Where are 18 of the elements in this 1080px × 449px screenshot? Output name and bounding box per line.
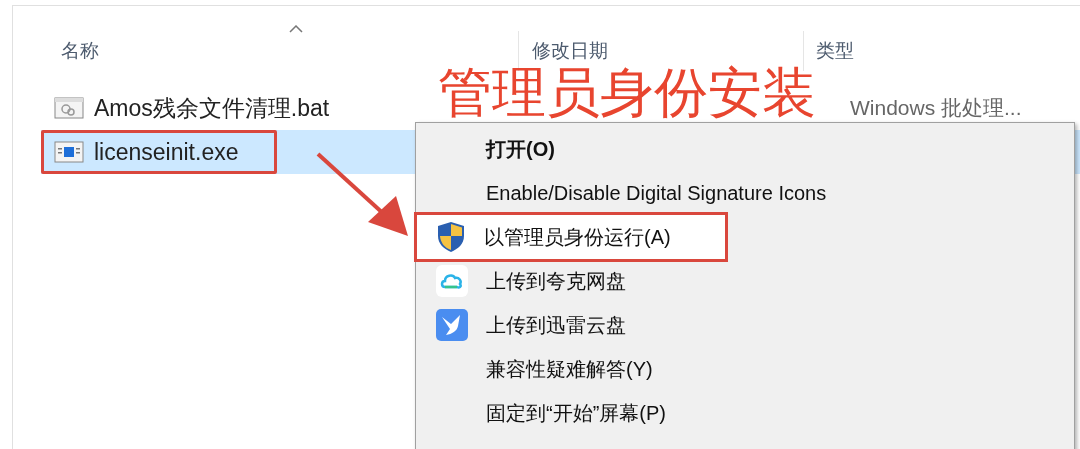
menu-item[interactable]: 兼容性疑难解答(Y) [417, 347, 1073, 391]
menu-item[interactable]: 上传到夸克网盘 [417, 259, 1073, 303]
shield-icon [436, 221, 466, 253]
menu-item[interactable]: 固定到“开始”屏幕(P) [417, 391, 1073, 435]
menu-item[interactable]: Enable/Disable Digital Signature Icons [417, 171, 1073, 215]
menu-item[interactable]: 以管理员身份运行(A) [417, 215, 725, 259]
menu-item[interactable]: 打开(O) [417, 127, 1073, 171]
column-header[interactable]: 名称 [61, 36, 99, 66]
file-name: Amos残余文件清理.bat [94, 93, 330, 123]
sort-caret-icon [289, 25, 303, 33]
gear-file-icon [54, 97, 84, 119]
file-type: Windows 批处理... [850, 95, 1022, 122]
file-name: licenseinit.exe [94, 137, 239, 167]
bird-icon [436, 309, 468, 341]
column-header[interactable]: 类型 [816, 36, 854, 66]
program-file-icon [54, 141, 84, 163]
cloud-icon [436, 265, 468, 297]
menu-item[interactable]: 上传到迅雷云盘 [417, 303, 1073, 347]
